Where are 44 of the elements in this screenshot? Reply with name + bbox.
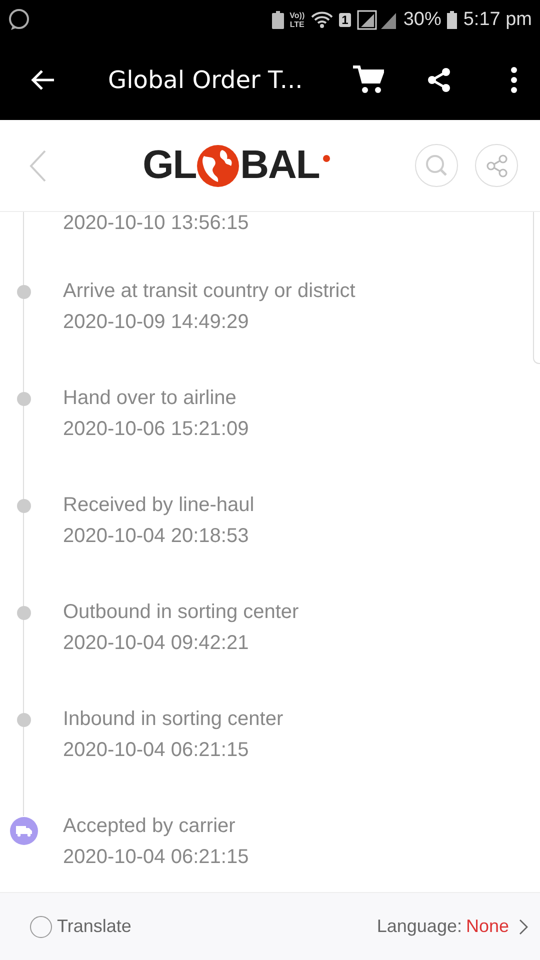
event-time: 2020-10-10 13:56:15 bbox=[63, 212, 249, 235]
event-time: 2020-10-06 15:21:09 bbox=[63, 418, 249, 441]
search-icon bbox=[424, 154, 448, 178]
battery-icon bbox=[447, 11, 458, 29]
logo-text: GL bbox=[142, 143, 196, 188]
logo-text: BAL bbox=[240, 143, 320, 188]
network-label: Vo)) LTE bbox=[290, 11, 305, 29]
timeline-dot bbox=[17, 499, 31, 513]
signal-icon bbox=[357, 10, 398, 30]
clock: 5:17 pm bbox=[463, 9, 532, 31]
event-time: 2020-10-04 20:18:53 bbox=[63, 525, 250, 548]
battery-saver-icon bbox=[272, 11, 284, 29]
logo-dot-icon bbox=[323, 155, 330, 162]
event-time: 2020-10-09 14:49:29 bbox=[63, 311, 250, 334]
language-label: Language: bbox=[376, 916, 462, 937]
timeline-dot bbox=[17, 713, 31, 727]
timeline-dot bbox=[17, 606, 31, 620]
language-value[interactable]: None bbox=[466, 916, 509, 937]
truck-icon bbox=[10, 817, 38, 845]
timeline-dot bbox=[17, 392, 31, 406]
event-title: Accepted by carrier bbox=[63, 815, 236, 838]
event-title: Outbound in sorting center bbox=[63, 601, 299, 624]
event-title: Received by line-haul bbox=[63, 494, 254, 517]
share-icon bbox=[484, 154, 508, 178]
more-icon[interactable] bbox=[510, 67, 518, 93]
cart-icon[interactable] bbox=[352, 65, 384, 95]
event-time: 2020-10-04 06:21:15 bbox=[63, 739, 250, 762]
event-title: Inbound in sorting center bbox=[63, 708, 284, 731]
share-icon[interactable] bbox=[426, 67, 452, 93]
translate-label: Translate bbox=[57, 916, 132, 937]
globe-icon bbox=[196, 144, 240, 188]
event-title: Arrive at transit country or district bbox=[63, 280, 356, 303]
translate-checkbox[interactable] bbox=[30, 916, 52, 938]
back-arrow-icon[interactable] bbox=[30, 69, 56, 91]
event-title: Hand over to airline bbox=[63, 387, 238, 410]
chat-icon bbox=[6, 7, 32, 33]
sim-badge: 1 bbox=[338, 13, 352, 27]
wifi-icon bbox=[310, 11, 333, 29]
app-title: Global Order T... bbox=[108, 66, 304, 94]
chevron-right-icon[interactable] bbox=[519, 918, 528, 934]
event-time: 2020-10-04 09:42:21 bbox=[63, 632, 250, 655]
battery-percent: 30% bbox=[403, 9, 442, 31]
timeline-dot bbox=[17, 285, 31, 299]
event-time: 2020-10-04 06:21:15 bbox=[63, 846, 249, 869]
